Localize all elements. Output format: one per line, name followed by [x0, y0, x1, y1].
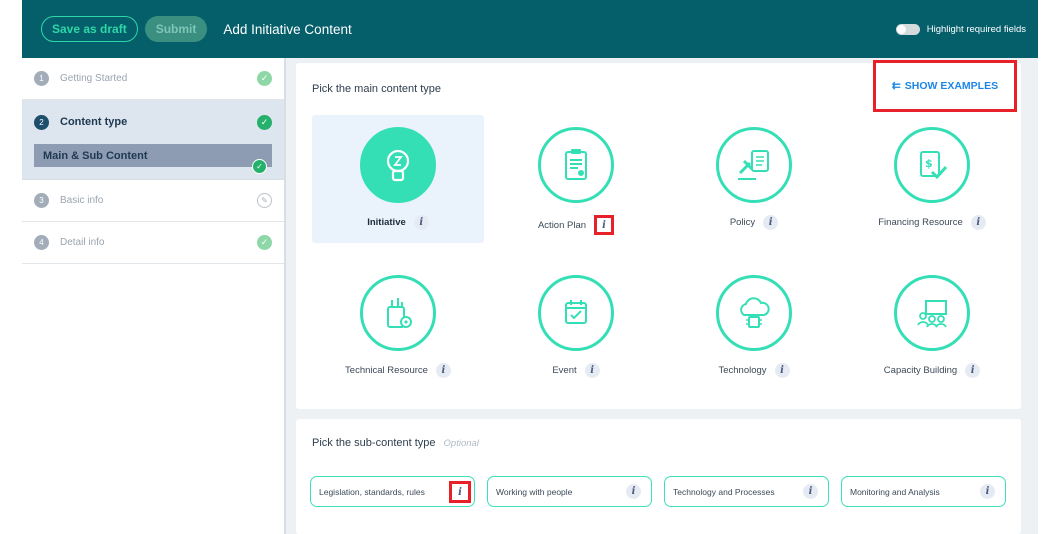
info-icon[interactable]: i [413, 215, 429, 230]
type-label: Technology [718, 365, 767, 376]
step-number: 1 [34, 71, 49, 86]
step-content-type[interactable]: 2 Content type ✓ Main & Sub Content ✓ [22, 100, 284, 180]
toolbox-gear-icon [360, 275, 436, 351]
substep-label: Main & Sub Content [43, 149, 148, 162]
step-label: Content type [60, 116, 128, 128]
pencil-icon: ✎ [257, 193, 272, 208]
info-icon[interactable]: i [594, 215, 615, 235]
info-icon[interactable]: i [774, 363, 790, 378]
page-title: Add Initiative Content [223, 21, 352, 37]
clipboard-icon [538, 127, 614, 203]
type-label: Policy [729, 217, 756, 228]
step-label: Detail info [60, 237, 105, 248]
step-number: 3 [34, 193, 49, 208]
type-tile-technology[interactable]: Technology i [668, 263, 840, 391]
list-arrow-icon: ⇇ [891, 80, 901, 92]
info-icon[interactable]: i [970, 215, 986, 230]
type-label: Capacity Building [883, 365, 958, 376]
check-icon: ✓ [257, 115, 272, 130]
info-icon[interactable]: i [965, 363, 981, 378]
info-icon[interactable]: i [803, 484, 818, 499]
type-label-row: Financing Resource i [846, 215, 1018, 230]
type-tile-event[interactable]: Event i [490, 263, 662, 391]
calendar-check-icon [538, 275, 614, 351]
highlight-required-label: Highlight required fields [926, 23, 1026, 35]
step-number: 4 [34, 235, 49, 250]
step-getting-started[interactable]: 1 Getting Started ✓ [22, 58, 284, 100]
main-content-type-title: Pick the main content type [312, 83, 442, 95]
sub-content-type-card: Pick the sub-content type Optional Legis… [296, 419, 1021, 534]
show-examples-label: SHOW EXAMPLES [904, 80, 999, 92]
type-label-row: Capacity Building i [846, 363, 1018, 378]
save-draft-button[interactable]: Save as draft [41, 16, 138, 42]
info-icon[interactable]: i [626, 484, 641, 499]
svg-text:$: $ [925, 157, 933, 170]
sub-content-type-title: Pick the sub-content type Optional [312, 437, 479, 449]
step-detail-info[interactable]: 4 Detail info ✓ [22, 222, 284, 264]
type-label-row: Policy i [668, 215, 840, 230]
sub-content-title-text: Pick the sub-content type [312, 437, 436, 449]
show-examples-button[interactable]: ⇇ SHOW EXAMPLES [873, 60, 1017, 112]
check-icon: ✓ [257, 235, 272, 250]
lightbulb-icon [360, 127, 436, 203]
highlight-required-toggle-group: Highlight required fields [895, 0, 1026, 58]
step-basic-info[interactable]: 3 Basic info ✎ [22, 180, 284, 222]
type-label: Technical Resource [345, 365, 428, 376]
type-tile-action-plan[interactable]: Action Plan i [490, 115, 662, 243]
sub-type-label: Legislation, standards, rules [319, 486, 425, 497]
top-bar: Save as draft Submit Add Initiative Cont… [22, 0, 1038, 58]
info-icon[interactable]: i [584, 363, 600, 378]
gavel-document-icon [716, 127, 792, 203]
sub-type-label: Working with people [496, 486, 573, 497]
type-label-row: Technical Resource i [312, 363, 484, 378]
info-icon[interactable]: i [980, 484, 995, 499]
sub-type-chip[interactable]: Technology and Processes i [664, 476, 829, 507]
type-tile-initiative[interactable]: Initiative i [312, 115, 484, 243]
info-icon[interactable]: i [435, 363, 451, 378]
sub-type-chip[interactable]: Working with people i [487, 476, 652, 507]
step-label: Basic info [60, 195, 104, 206]
step-label: Getting Started [60, 73, 128, 84]
main-content-type-card: Pick the main content type ⇇ SHOW EXAMPL… [296, 60, 1021, 409]
cloud-chip-icon [716, 275, 792, 351]
info-icon[interactable]: i [449, 481, 471, 503]
presentation-group-icon [894, 275, 970, 351]
substep-main-sub-content[interactable]: Main & Sub Content ✓ [34, 144, 272, 174]
sub-type-label: Monitoring and Analysis [850, 486, 940, 497]
type-label: Action Plan [537, 219, 587, 231]
optional-label: Optional [443, 438, 479, 449]
type-label-row: Event i [490, 363, 662, 378]
type-label-row: Initiative i [312, 215, 484, 230]
type-tile-capacity-building[interactable]: Capacity Building i [846, 263, 1018, 391]
money-document-icon: $ [894, 127, 970, 203]
check-icon: ✓ [257, 71, 272, 86]
type-label-row: Action Plan i [490, 215, 662, 235]
type-tile-technical-resource[interactable]: Technical Resource i [312, 263, 484, 391]
sub-type-chip[interactable]: Monitoring and Analysis i [841, 476, 1006, 507]
type-label: Initiative [367, 217, 406, 228]
submit-button[interactable]: Submit [144, 16, 208, 42]
check-circle-icon: ✓ [252, 159, 267, 174]
type-label-row: Technology i [668, 363, 840, 378]
type-label: Event [552, 365, 577, 376]
sub-type-label: Technology and Processes [673, 486, 775, 497]
step-number: 2 [34, 114, 49, 130]
type-label: Financing Resource [878, 217, 963, 228]
highlight-required-toggle[interactable] [895, 23, 920, 35]
steps-sidebar: 1 Getting Started ✓ 2 Content type ✓ Mai… [22, 58, 286, 534]
page: Save as draft Submit Add Initiative Cont… [22, 0, 1038, 534]
type-tile-policy[interactable]: Policy i [668, 115, 840, 243]
sub-type-chip[interactable]: Legislation, standards, rules i [310, 476, 475, 507]
info-icon[interactable]: i [763, 215, 779, 230]
type-tile-financing-resource[interactable]: $ Financing Resource i [846, 115, 1018, 243]
